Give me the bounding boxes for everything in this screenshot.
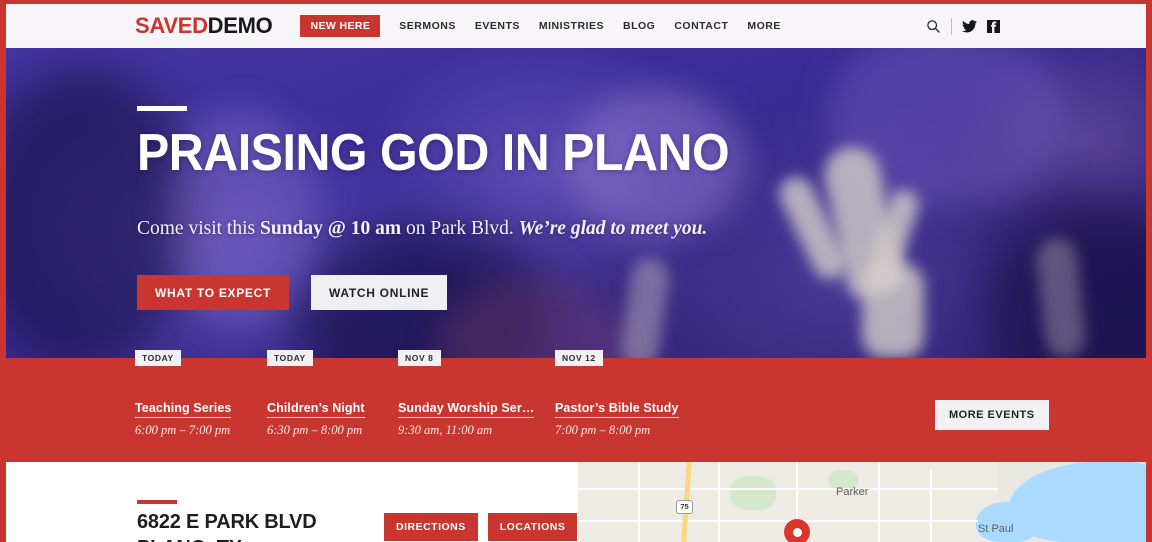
hero-subtitle: Come visit this Sunday @ 10 am on Park B… xyxy=(137,217,774,240)
event-time: 6:30 pm – 8:00 pm xyxy=(267,423,363,437)
more-events-button[interactable]: MORE EVENTS xyxy=(935,400,1049,430)
map-location-pin-icon[interactable] xyxy=(784,519,810,542)
event-title-link[interactable]: Children’s Night xyxy=(267,401,365,418)
hero-sub-bold: Sunday @ 10 am xyxy=(259,218,402,239)
location-button-group: DIRECTIONS LOCATIONS xyxy=(384,513,578,541)
event-time: 7:00 pm – 8:00 pm xyxy=(555,423,651,437)
highway-shield-icon: 75 xyxy=(676,500,693,514)
nav-item-more[interactable]: MORE xyxy=(747,21,781,32)
hero-banner: PRAISING GOD IN PLANO Come visit this Su… xyxy=(6,48,1146,358)
header-divider xyxy=(951,17,952,35)
what-to-expect-button[interactable]: WHAT TO EXPECT xyxy=(137,275,290,311)
nav-new-here-button[interactable]: NEW HERE xyxy=(300,15,381,37)
locations-button[interactable]: LOCATIONS xyxy=(487,513,578,541)
event-date-badge: TODAY xyxy=(267,350,313,366)
page-root: SAVEDDEMO NEW HERE SERMONS EVENTS MINIST… xyxy=(0,0,1152,542)
events-bar: TODAY Teaching Series 6:00 pm – 7:00 pm … xyxy=(6,350,1146,462)
hero-content: PRAISING GOD IN PLANO Come visit this Su… xyxy=(137,106,774,311)
location-section: 6822 E PARK BLVD PLANO, TX DIRECTIONS LO… xyxy=(6,462,1146,542)
event-time: 6:00 pm – 7:00 pm xyxy=(135,423,231,437)
hero-sub-pre: Come visit this xyxy=(137,218,260,239)
address-line-1: 6822 E PARK BLVD xyxy=(137,511,317,533)
location-map[interactable]: 75 Parker St Paul xyxy=(578,462,1146,542)
site-logo[interactable]: SAVEDDEMO xyxy=(135,13,273,39)
address-accent-line xyxy=(137,500,177,504)
page-title: PRAISING GOD IN PLANO xyxy=(137,124,730,182)
facebook-icon[interactable] xyxy=(987,19,1000,33)
search-icon[interactable] xyxy=(926,19,941,34)
event-time: 9:30 am, 11:00 am xyxy=(398,423,493,437)
nav-item-ministries[interactable]: MINISTRIES xyxy=(539,21,604,32)
event-date-badge: TODAY xyxy=(135,350,181,366)
hero-button-group: WHAT TO EXPECT WATCH ONLINE xyxy=(137,275,774,311)
twitter-icon[interactable] xyxy=(962,19,977,33)
site-header: SAVEDDEMO NEW HERE SERMONS EVENTS MINIST… xyxy=(6,4,1146,48)
map-label-st-paul: St Paul xyxy=(978,523,1014,535)
hero-sub-mid: on Park Blvd. xyxy=(401,218,519,239)
address-line-2: PLANO, TX xyxy=(137,537,242,542)
event-title-link[interactable]: Sunday Worship Ser… xyxy=(398,401,535,418)
directions-button[interactable]: DIRECTIONS xyxy=(384,513,478,541)
address-panel: 6822 E PARK BLVD PLANO, TX DIRECTIONS LO… xyxy=(6,462,578,542)
nav-item-contact[interactable]: CONTACT xyxy=(674,21,728,32)
nav-item-events[interactable]: EVENTS xyxy=(475,21,520,32)
logo-word-demo: DEMO xyxy=(207,13,273,38)
header-utility-icons xyxy=(926,17,1000,35)
main-nav: NEW HERE SERMONS EVENTS MINISTRIES BLOG … xyxy=(300,15,780,37)
nav-item-sermons[interactable]: SERMONS xyxy=(399,21,456,32)
event-title-link[interactable]: Teaching Series xyxy=(135,401,232,418)
event-title-link[interactable]: Pastor’s Bible Study xyxy=(555,401,679,418)
nav-item-blog[interactable]: BLOG xyxy=(623,21,655,32)
event-date-badge: NOV 12 xyxy=(555,350,603,366)
church-address: 6822 E PARK BLVD PLANO, TX xyxy=(137,510,317,542)
map-label-parker: Parker xyxy=(836,486,869,498)
logo-word-saved: SAVED xyxy=(135,13,208,38)
watch-online-button[interactable]: WATCH ONLINE xyxy=(311,275,448,311)
hero-sub-italic: We’re glad to meet you. xyxy=(518,218,708,239)
hero-accent-line xyxy=(137,106,187,111)
event-date-badge: NOV 8 xyxy=(398,350,441,366)
